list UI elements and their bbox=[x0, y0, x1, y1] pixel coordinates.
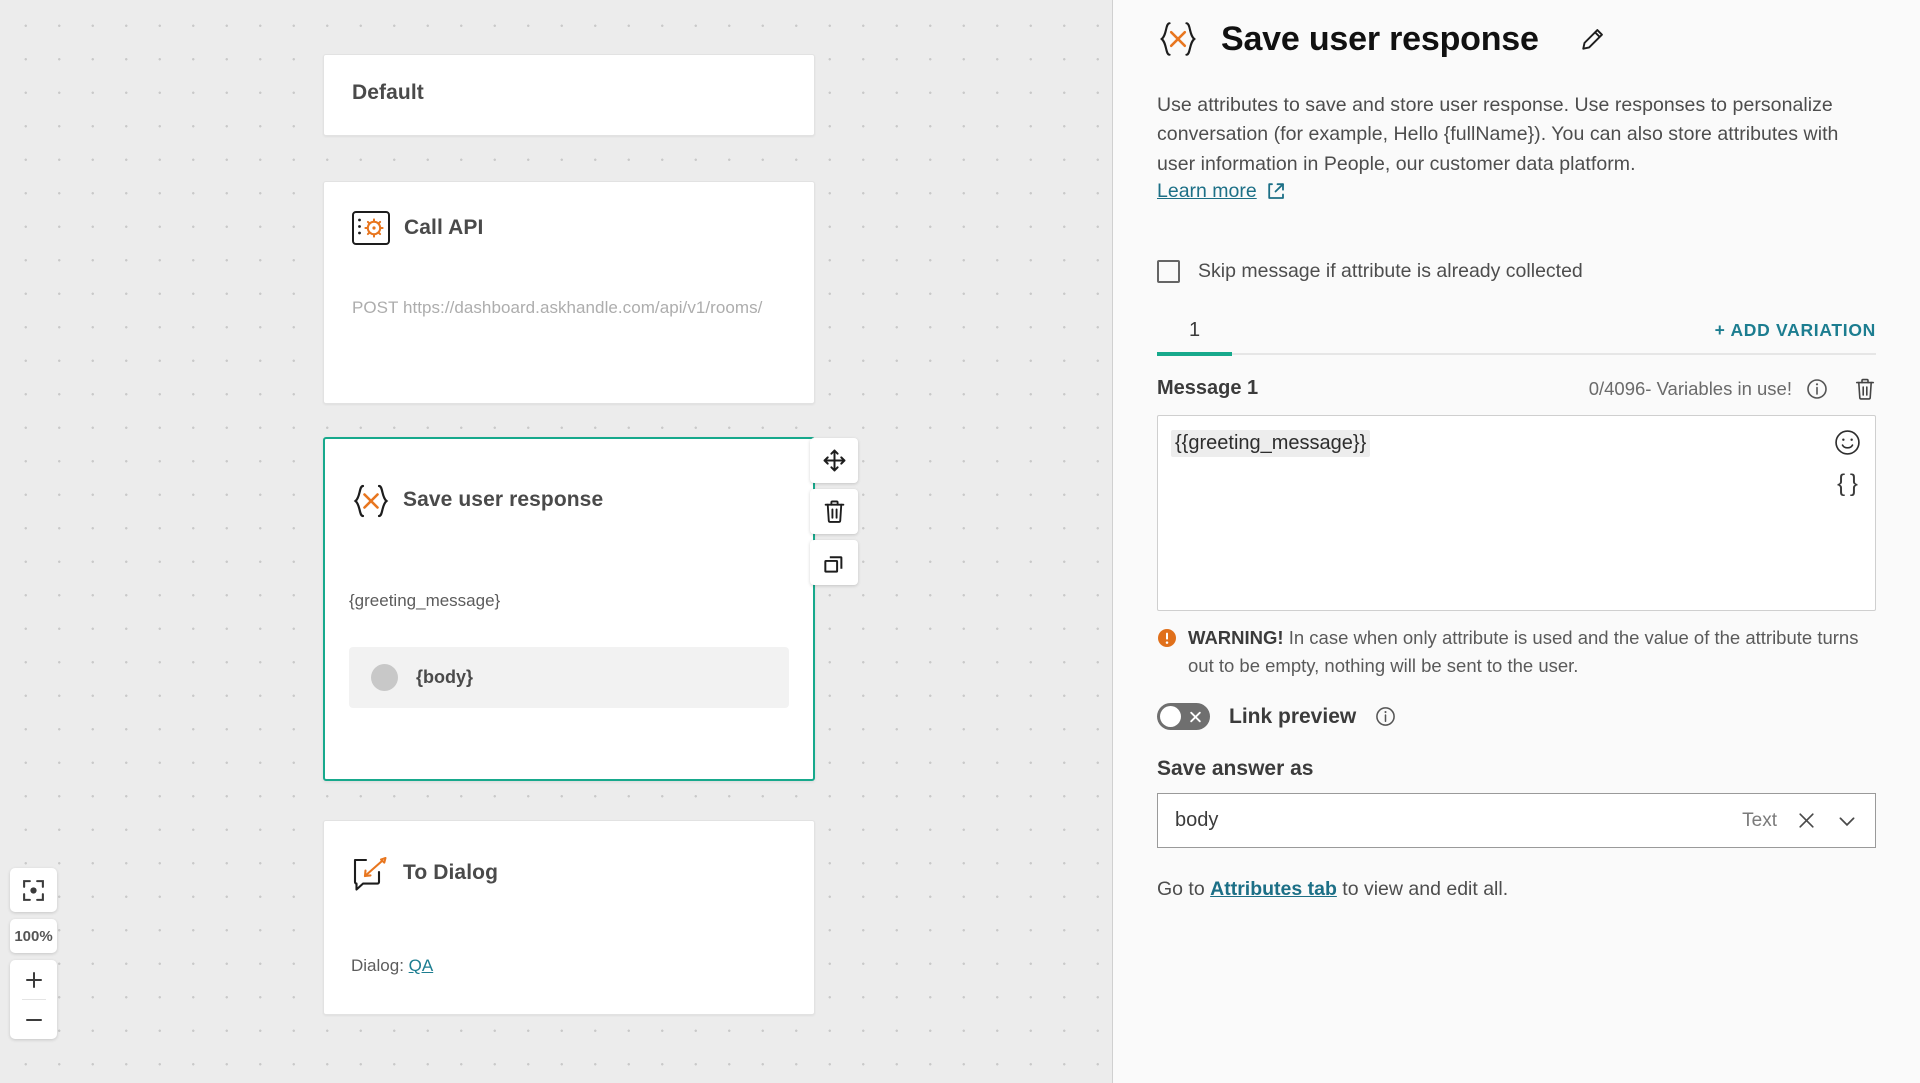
warning-icon bbox=[1157, 624, 1177, 681]
node-settings-panel: Save user response Use attributes to sav… bbox=[1112, 0, 1920, 1083]
zoom-level-label: 100% bbox=[10, 919, 57, 953]
card-subtitle: {greeting_message} bbox=[349, 591, 501, 610]
pill-label: {body} bbox=[416, 667, 474, 687]
emoji-smile-icon[interactable] bbox=[1834, 429, 1861, 456]
skip-message-checkbox[interactable] bbox=[1157, 259, 1180, 283]
node-action-toolbar[interactable] bbox=[810, 438, 858, 585]
api-gear-icon bbox=[352, 211, 390, 245]
card-subtitle: Dialog: QA bbox=[351, 956, 433, 976]
warning-text: WARNING! In case when only attribute is … bbox=[1188, 624, 1876, 681]
chevron-down-icon[interactable] bbox=[1836, 810, 1858, 832]
skip-message-label: Skip message if attribute is already col… bbox=[1198, 259, 1583, 282]
page-title: Save user response bbox=[1221, 19, 1539, 58]
tab-variation-1[interactable]: 1 bbox=[1157, 319, 1233, 356]
trash-icon bbox=[823, 499, 846, 524]
skip-message-checkbox-row[interactable]: Skip message if attribute is already col… bbox=[1157, 259, 1876, 283]
warning-body: In case when only attribute is used and … bbox=[1188, 626, 1859, 677]
attributes-tab-link[interactable]: Attributes tab bbox=[1210, 878, 1337, 900]
copy-icon bbox=[822, 550, 847, 575]
attributes-footnote: Go to Attributes tab to view and edit al… bbox=[1157, 878, 1876, 901]
pencil-icon[interactable] bbox=[1579, 26, 1606, 53]
variation-tabs: 1 + ADD VARIATION bbox=[1157, 309, 1876, 356]
dialog-link[interactable]: QA bbox=[409, 956, 434, 975]
external-link-icon bbox=[1266, 181, 1286, 201]
footnote-prefix: Go to bbox=[1157, 878, 1211, 901]
message-textarea[interactable]: {{greeting_message}} { } bbox=[1157, 414, 1876, 611]
dialog-prefix: Dialog: bbox=[351, 956, 409, 975]
info-icon[interactable] bbox=[1375, 706, 1396, 727]
clear-attribute-button[interactable] bbox=[1796, 810, 1817, 831]
fit-to-screen-button[interactable] bbox=[10, 868, 57, 912]
flow-card-call-api[interactable]: Call API POST https://dashboard.askhandl… bbox=[323, 181, 815, 404]
save-answer-value: body bbox=[1175, 809, 1219, 832]
zoom-in-out-group[interactable] bbox=[10, 960, 57, 1039]
curly-braces-x-icon bbox=[1157, 20, 1199, 58]
flow-card-to-dialog[interactable]: To Dialog Dialog: QA bbox=[323, 820, 815, 1015]
delete-node-button[interactable] bbox=[810, 489, 858, 534]
save-answer-type: Text bbox=[1742, 809, 1777, 831]
zoom-in-button[interactable] bbox=[10, 960, 57, 999]
link-preview-row: Link preview bbox=[1157, 703, 1876, 731]
save-answer-label: Save answer as bbox=[1157, 757, 1314, 781]
learn-more-link[interactable]: Learn more bbox=[1157, 180, 1286, 203]
dialog-arrow-icon bbox=[351, 856, 389, 891]
panel-description: Use attributes to save and store user re… bbox=[1157, 94, 1839, 175]
toggle-knob bbox=[1160, 706, 1181, 728]
card-title: Call API bbox=[404, 216, 484, 239]
flow-card-default[interactable]: Default bbox=[323, 54, 815, 136]
move-node-button[interactable] bbox=[810, 438, 858, 483]
fit-to-screen-icon bbox=[21, 878, 46, 903]
save-answer-input[interactable]: body Text bbox=[1157, 793, 1876, 849]
duplicate-node-button[interactable] bbox=[810, 540, 858, 585]
avatar-dot bbox=[371, 664, 398, 691]
message-counter: 0/4096- Variables in use! bbox=[1588, 377, 1792, 399]
delete-message-button[interactable] bbox=[1854, 377, 1876, 401]
plus-icon bbox=[22, 968, 46, 992]
message-label: Message 1 bbox=[1157, 377, 1259, 400]
link-preview-toggle[interactable] bbox=[1157, 703, 1210, 731]
close-x-icon bbox=[1189, 710, 1202, 723]
warning-bold: WARNING! bbox=[1188, 626, 1284, 648]
flow-card-save-user-response[interactable]: Save user response {greeting_message} {b… bbox=[323, 437, 815, 781]
message-header: Message 1 0/4096- Variables in use! bbox=[1157, 377, 1876, 401]
info-icon[interactable] bbox=[1806, 378, 1828, 400]
add-variation-button[interactable]: + ADD VARIATION bbox=[1715, 320, 1876, 353]
card-title: Default bbox=[352, 81, 424, 104]
panel-header: Save user response bbox=[1157, 0, 1876, 66]
card-title: Save user response bbox=[403, 488, 604, 511]
card-attribute-pill[interactable]: {body} bbox=[349, 647, 789, 708]
minus-icon bbox=[22, 1008, 46, 1032]
card-title: To Dialog bbox=[403, 861, 499, 884]
warning-row: WARNING! In case when only attribute is … bbox=[1157, 624, 1876, 681]
zoom-controls[interactable]: 100% bbox=[10, 868, 57, 1039]
card-subtitle: POST https://dashboard.askhandle.com/api… bbox=[352, 298, 763, 317]
zoom-out-button[interactable] bbox=[10, 1000, 57, 1039]
flow-canvas[interactable]: Default Call API POST https://dashboard.… bbox=[0, 0, 1112, 1083]
message-value: {{greeting_message}} bbox=[1171, 429, 1371, 457]
learn-more-label: Learn more bbox=[1157, 179, 1257, 202]
curly-braces-x-icon bbox=[351, 483, 389, 518]
app-root: Default Call API POST https://dashboard.… bbox=[0, 0, 1920, 1083]
footnote-suffix: to view and edit all. bbox=[1336, 878, 1509, 901]
move-arrows-icon bbox=[822, 448, 847, 473]
curly-braces-icon[interactable]: { } bbox=[1837, 471, 1858, 496]
link-preview-label: Link preview bbox=[1229, 704, 1357, 728]
